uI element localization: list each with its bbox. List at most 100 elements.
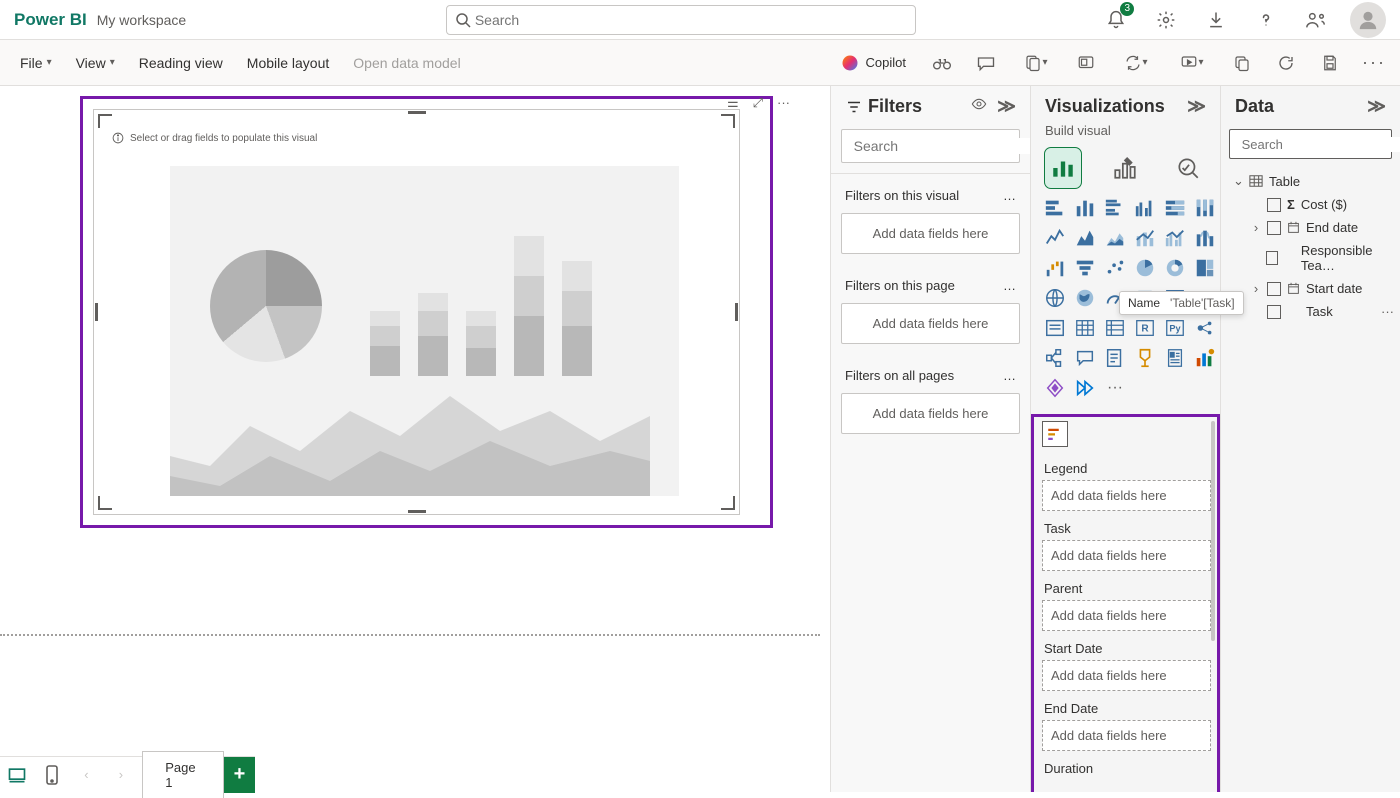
well-parent-drop[interactable]: Add data fields here bbox=[1042, 600, 1211, 631]
save-button[interactable] bbox=[1312, 45, 1348, 81]
field-task[interactable]: Task ··· bbox=[1227, 300, 1394, 323]
eye-icon[interactable] bbox=[971, 96, 987, 112]
viz-line-stacked-column[interactable] bbox=[1133, 226, 1157, 250]
checkbox[interactable] bbox=[1267, 221, 1281, 235]
collapse-viz-icon[interactable]: ≫ bbox=[1187, 96, 1206, 117]
sync-dropdown[interactable]: ▾ bbox=[1112, 45, 1160, 81]
chevron-down-icon[interactable]: ⌄ bbox=[1233, 173, 1243, 189]
find-button[interactable] bbox=[924, 45, 960, 81]
present-dropdown[interactable]: ▾ bbox=[1168, 45, 1216, 81]
next-page-button[interactable]: › bbox=[104, 757, 139, 793]
focus-icon[interactable]: ⤢ bbox=[753, 95, 763, 111]
viz-apps[interactable] bbox=[1193, 346, 1217, 370]
filters-search-input[interactable] bbox=[854, 138, 1035, 154]
report-canvas[interactable]: ⚌ ⤢ ··· Select or drag fields to populat… bbox=[0, 86, 830, 792]
viz-decomposition[interactable] bbox=[1043, 346, 1067, 370]
viz-python[interactable]: Py bbox=[1163, 316, 1187, 340]
filters-visual-more[interactable]: … bbox=[1003, 188, 1016, 203]
viz-map[interactable] bbox=[1043, 286, 1067, 310]
desktop-view-button[interactable] bbox=[0, 757, 35, 793]
viz-powerapps[interactable] bbox=[1043, 376, 1067, 400]
viz-clustered-bar[interactable] bbox=[1103, 196, 1127, 220]
viz-pie[interactable] bbox=[1133, 256, 1157, 280]
prev-page-button[interactable]: ‹ bbox=[69, 757, 104, 793]
field-cost[interactable]: Σ Cost ($) bbox=[1227, 193, 1394, 216]
well-enddate-drop[interactable]: Add data fields here bbox=[1042, 720, 1211, 751]
well-startdate-drop[interactable]: Add data fields here bbox=[1042, 660, 1211, 691]
global-search[interactable] bbox=[446, 5, 916, 35]
table-node[interactable]: ⌄ Table bbox=[1227, 169, 1394, 193]
analytics-tab[interactable] bbox=[1170, 148, 1206, 188]
viz-paginated[interactable] bbox=[1163, 346, 1187, 370]
comment-button[interactable] bbox=[968, 45, 1004, 81]
viz-r[interactable]: R bbox=[1133, 316, 1157, 340]
filters-visual-drop[interactable]: Add data fields here bbox=[841, 213, 1020, 254]
share-button[interactable] bbox=[1300, 4, 1332, 36]
download-button[interactable] bbox=[1200, 4, 1232, 36]
filters-page-drop[interactable]: Add data fields here bbox=[841, 303, 1020, 344]
viz-line[interactable] bbox=[1043, 226, 1067, 250]
viz-clustered-column[interactable] bbox=[1133, 196, 1157, 220]
data-search[interactable] bbox=[1229, 129, 1392, 159]
well-legend-drop[interactable]: Add data fields here bbox=[1042, 480, 1211, 511]
format-visual-tab[interactable] bbox=[1107, 148, 1143, 188]
checkbox[interactable] bbox=[1267, 305, 1281, 319]
mobile-layout-button[interactable]: Mobile layout bbox=[235, 55, 342, 71]
viz-qna[interactable] bbox=[1073, 346, 1097, 370]
viz-slicer[interactable] bbox=[1043, 316, 1067, 340]
viz-funnel[interactable] bbox=[1073, 256, 1097, 280]
custom-visual-icon[interactable] bbox=[1042, 421, 1068, 447]
viz-100-stacked-column[interactable] bbox=[1193, 196, 1217, 220]
notifications-button[interactable]: 3 bbox=[1100, 4, 1132, 36]
visual-more-icon[interactable]: ··· bbox=[777, 95, 790, 111]
refresh-button[interactable] bbox=[1268, 45, 1304, 81]
data-search-input[interactable] bbox=[1242, 137, 1400, 152]
viz-filled-map[interactable] bbox=[1073, 286, 1097, 310]
brand[interactable]: Power BI bbox=[14, 10, 87, 30]
viz-ribbon[interactable] bbox=[1193, 226, 1217, 250]
filters-page-more[interactable]: … bbox=[1003, 278, 1016, 293]
bookmark-dropdown[interactable]: ▾ bbox=[1012, 45, 1060, 81]
filters-search[interactable] bbox=[841, 129, 1020, 163]
viz-narrative[interactable] bbox=[1103, 346, 1127, 370]
viz-key-influencers[interactable] bbox=[1193, 316, 1217, 340]
copilot-button[interactable]: Copilot bbox=[830, 53, 916, 73]
viz-stacked-area[interactable] bbox=[1103, 226, 1127, 250]
account-avatar[interactable] bbox=[1350, 2, 1386, 38]
visual-placeholder[interactable]: ⚌ ⤢ ··· Select or drag fields to populat… bbox=[80, 96, 773, 528]
help-button[interactable] bbox=[1250, 4, 1282, 36]
viz-treemap[interactable] bbox=[1193, 256, 1217, 280]
field-responsible[interactable]: Responsible Tea… bbox=[1227, 239, 1394, 277]
page-tab[interactable]: Page 1 bbox=[142, 751, 224, 798]
viz-goals[interactable] bbox=[1133, 346, 1157, 370]
field-end-date[interactable]: › End date bbox=[1227, 216, 1394, 239]
checkbox[interactable] bbox=[1267, 198, 1281, 212]
checkbox[interactable] bbox=[1266, 251, 1278, 265]
viz-100-stacked-bar[interactable] bbox=[1163, 196, 1187, 220]
viz-matrix[interactable] bbox=[1103, 316, 1127, 340]
viz-more[interactable]: ··· bbox=[1103, 376, 1127, 400]
collapse-data-icon[interactable]: ≫ bbox=[1367, 96, 1386, 117]
viz-stacked-column[interactable] bbox=[1073, 196, 1097, 220]
well-task-drop[interactable]: Add data fields here bbox=[1042, 540, 1211, 571]
file-menu[interactable]: File▾ bbox=[8, 55, 64, 71]
viz-waterfall[interactable] bbox=[1043, 256, 1067, 280]
viz-stacked-bar[interactable] bbox=[1043, 196, 1067, 220]
viz-automate[interactable] bbox=[1073, 376, 1097, 400]
phone-view-button[interactable] bbox=[35, 757, 70, 793]
add-page-button[interactable]: + bbox=[224, 757, 255, 793]
field-start-date[interactable]: › Start date bbox=[1227, 277, 1394, 300]
filters-all-drop[interactable]: Add data fields here bbox=[841, 393, 1020, 434]
checkbox[interactable] bbox=[1267, 282, 1281, 296]
field-task-more[interactable]: ··· bbox=[1381, 304, 1394, 319]
filters-all-more[interactable]: … bbox=[1003, 368, 1016, 383]
duplicate-button[interactable] bbox=[1224, 45, 1260, 81]
collapse-filters-icon[interactable]: ≫ bbox=[997, 96, 1016, 117]
global-search-input[interactable] bbox=[475, 12, 907, 28]
settings-button[interactable] bbox=[1150, 4, 1182, 36]
viz-line-clustered-column[interactable] bbox=[1163, 226, 1187, 250]
viz-table[interactable] bbox=[1073, 316, 1097, 340]
view-menu[interactable]: View▾ bbox=[64, 55, 127, 71]
workspace-name[interactable]: My workspace bbox=[97, 12, 186, 28]
viz-scatter[interactable] bbox=[1103, 256, 1127, 280]
